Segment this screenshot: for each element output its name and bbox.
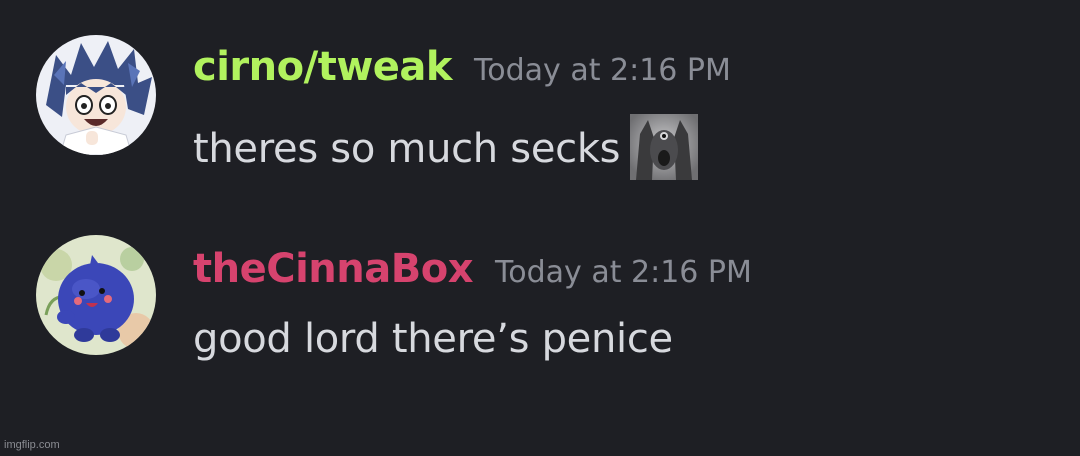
message-text: theres so much secks	[193, 126, 621, 172]
timestamp: Today at 2:16 PM	[474, 53, 731, 88]
watermark: imgflip.com	[4, 439, 60, 451]
chat-messages: cirno/tweak Today at 2:16 PM theres so mu…	[0, 0, 1080, 456]
message-content: theres so much secks	[193, 114, 699, 180]
anime-character-avatar-icon	[36, 35, 156, 155]
username[interactable]: theCinnaBox	[193, 246, 474, 292]
chat-message: cirno/tweak Today at 2:16 PM theres so mu…	[0, 30, 1080, 180]
username[interactable]: cirno/tweak	[193, 44, 453, 90]
user-avatar[interactable]	[36, 35, 156, 155]
message-text: good lord there’s penice	[193, 316, 673, 362]
timestamp: Today at 2:16 PM	[495, 255, 752, 290]
message-content: good lord there’s penice	[193, 316, 673, 362]
blue-creature-avatar-icon	[36, 235, 156, 355]
user-avatar[interactable]	[36, 235, 156, 355]
message-header: theCinnaBox Today at 2:16 PM	[193, 246, 752, 302]
message-header: cirno/tweak Today at 2:16 PM	[193, 44, 731, 100]
screaming-face-emoji-icon[interactable]	[630, 114, 699, 180]
chat-message: theCinnaBox Today at 2:16 PM good lord th…	[0, 232, 1080, 382]
